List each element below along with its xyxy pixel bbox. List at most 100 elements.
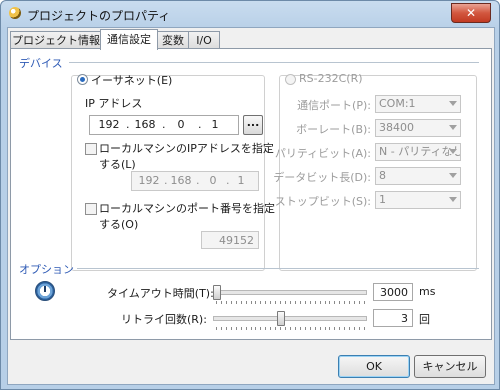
data-bits-select[interactable]: 8	[375, 167, 461, 185]
stop-bits-label: ストップビット(S):	[274, 195, 371, 208]
slider-tick	[344, 327, 346, 330]
slider-tick	[255, 301, 257, 304]
slider-tick	[309, 301, 311, 304]
ip-octet-2[interactable]: 168	[130, 118, 160, 131]
use-local-port-label-line1: ローカルマシンのポート番号を指定	[99, 202, 275, 215]
slider-tick	[339, 301, 341, 304]
ok-button[interactable]: OK	[338, 355, 410, 378]
title-bar[interactable]: プロジェクトのプロパティ ✕	[1, 1, 499, 27]
options-section-label: オプション	[19, 263, 74, 276]
ip-octet-1[interactable]: 192	[94, 118, 124, 131]
retry-unit: 回	[419, 313, 430, 326]
slider-tick	[240, 327, 242, 330]
slider-tick	[349, 327, 351, 330]
ip-octet-4[interactable]: 1	[200, 118, 230, 131]
use-local-ip-label: ローカルマシンのIPアドレスを指定 する(L)	[99, 140, 274, 172]
close-button[interactable]: ✕	[451, 3, 491, 23]
slider-tick	[349, 301, 351, 304]
tab-project-info[interactable]: プロジェクト情報	[10, 31, 102, 49]
use-local-port-label-line2: する(O)	[99, 218, 139, 231]
timeout-input[interactable]: 3000	[373, 283, 413, 301]
ip-address-field[interactable]: 192 . 168 . 0 . 1	[89, 115, 239, 135]
device-section-divider	[69, 62, 479, 63]
slider-tick	[235, 327, 237, 330]
data-bits-value: 8	[379, 169, 386, 182]
local-ip-octet-4: 1	[237, 174, 245, 187]
stopwatch-icon	[35, 281, 55, 301]
slider-tick	[220, 327, 222, 330]
ethernet-radio-label: イーサネット(E)	[91, 74, 173, 87]
timeout-slider-ticks	[216, 301, 365, 305]
ip-octet-3[interactable]: 0	[166, 118, 196, 131]
baud-rate-select[interactable]: 38400	[375, 119, 461, 137]
slider-tick	[275, 327, 277, 330]
local-ip-octet-2: 168	[170, 174, 192, 187]
stop-bits-value: 1	[379, 193, 386, 206]
com-port-select[interactable]: COM:1	[375, 95, 461, 113]
slider-tick	[364, 301, 365, 304]
slider-tick	[275, 301, 277, 304]
ip-dot: .	[162, 118, 166, 131]
chevron-down-icon	[449, 197, 457, 202]
com-port-label: 通信ポート(P):	[297, 99, 371, 112]
slider-tick	[354, 301, 356, 304]
stop-bits-select[interactable]: 1	[375, 191, 461, 209]
slider-tick	[280, 301, 282, 304]
app-icon	[9, 7, 21, 19]
local-port-field[interactable]: 49152	[201, 231, 259, 249]
tab-variables[interactable]: 変数	[156, 31, 190, 49]
tab-communication[interactable]: 通信設定	[100, 29, 158, 50]
slider-tick	[225, 327, 227, 330]
use-local-port-checkbox[interactable]	[85, 203, 97, 215]
slider-tick	[260, 301, 262, 304]
cancel-button[interactable]: キャンセル	[414, 355, 486, 378]
slider-tick	[309, 327, 311, 330]
slider-tick	[299, 327, 301, 330]
slider-tick	[245, 301, 247, 304]
slider-tick	[270, 301, 272, 304]
retry-input[interactable]: 3	[373, 309, 413, 327]
communication-panel: デバイス イーサネット(E) IP アドレス 192 . 168 . 0 . 1…	[10, 48, 492, 340]
timeout-unit: ms	[419, 285, 436, 298]
browse-ip-button[interactable]: ...	[243, 115, 263, 135]
ethernet-radio[interactable]	[77, 74, 88, 85]
use-local-ip-checkbox[interactable]	[85, 143, 97, 155]
local-ip-field[interactable]: 192 . 168 . 0 . 1	[131, 171, 259, 191]
retry-slider-thumb[interactable]	[276, 311, 285, 326]
slider-tick	[334, 327, 336, 330]
options-section-divider	[77, 268, 479, 269]
slider-tick	[329, 301, 331, 304]
tab-io[interactable]: I/O	[188, 31, 220, 49]
parity-select[interactable]: N - パリティなし	[375, 143, 461, 161]
slider-tick	[280, 327, 282, 330]
slider-tick	[294, 327, 296, 330]
retry-label: リトライ回数(R):	[121, 313, 207, 326]
properties-dialog: プロジェクトのプロパティ ✕ プロジェクト情報 通信設定 変数 I/O デバイス…	[0, 0, 500, 390]
slider-tick	[285, 327, 287, 330]
device-section-label: デバイス	[19, 57, 63, 70]
rs232c-radio-label: RS-232C(R)	[299, 72, 363, 85]
slider-tick	[255, 327, 257, 330]
slider-tick	[324, 301, 326, 304]
use-local-ip-label-line2: する(L)	[99, 158, 136, 171]
use-local-ip-label-line1: ローカルマシンのIPアドレスを指定	[99, 142, 274, 155]
slider-tick	[319, 301, 321, 304]
window-title: プロジェクトのプロパティ	[27, 9, 171, 23]
slider-tick	[314, 327, 316, 330]
timeout-slider-track[interactable]	[213, 290, 367, 295]
slider-tick	[250, 301, 252, 304]
slider-tick	[304, 301, 306, 304]
slider-tick	[359, 327, 361, 330]
timeout-label: タイムアウト時間(T):	[107, 287, 214, 300]
timeout-slider-thumb[interactable]	[213, 285, 221, 300]
rs232c-radio[interactable]	[285, 74, 296, 85]
slider-tick	[265, 301, 267, 304]
chevron-down-icon	[449, 125, 457, 130]
retry-slider-ticks	[216, 327, 365, 331]
slider-tick	[220, 301, 222, 304]
retry-slider-track[interactable]	[213, 316, 367, 321]
slider-tick	[245, 327, 247, 330]
slider-tick	[230, 327, 232, 330]
slider-tick	[235, 301, 237, 304]
slider-tick	[225, 301, 227, 304]
